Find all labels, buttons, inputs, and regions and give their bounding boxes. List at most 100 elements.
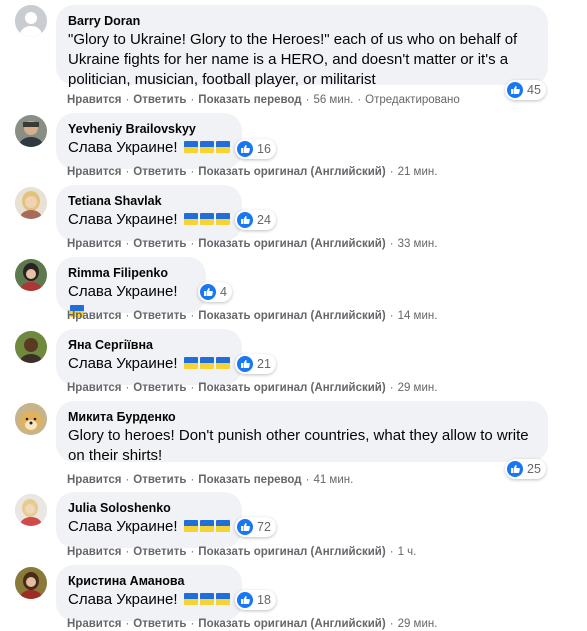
like-link[interactable]: Нравится [67,474,121,486]
reply-link[interactable]: Ответить [133,94,186,106]
comment-bubble: Julia Soloshenko Слава Украине! [56,492,242,548]
reaction-count[interactable]: 16 [235,139,276,159]
user-photo-icon [15,567,47,599]
reply-link[interactable]: Ответить [133,546,186,558]
reaction-number: 4 [220,285,227,299]
comment-time[interactable]: 33 мин. [398,238,438,250]
avatar[interactable] [15,331,47,363]
comment-actions: Нравится · Ответить · Показать оригинал (Анг… [67,546,417,558]
show-original-link[interactable]: Показать оригинал (Английский) [198,166,385,178]
comment-author[interactable]: Кристина Аманова [68,573,230,589]
like-icon [507,82,523,98]
comment-time[interactable]: 29 мин. [398,382,438,394]
reaction-count[interactable]: 18 [235,590,276,610]
ukraine-flag-icon [199,213,214,225]
reaction-number: 72 [257,520,271,534]
like-link[interactable]: Нравится [67,166,121,178]
comment-time[interactable]: 41 мин. [313,474,353,486]
comment-bubble: Микита Бурденко Glory to heroes! Don't p… [56,401,548,464]
like-icon [200,284,216,300]
user-photo-icon [15,259,47,291]
show-original-link[interactable]: Показать оригинал (Английский) [198,238,385,250]
reaction-count[interactable]: 21 [235,354,276,374]
like-icon [237,356,253,372]
comment-author[interactable]: Яна Сергіївна [68,337,230,353]
translate-link[interactable]: Показать перевод [198,474,301,486]
user-photo-icon [15,494,47,526]
ukraine-flag-icon [215,357,230,369]
default-avatar-icon [15,5,47,37]
comment-time[interactable]: 14 мин. [398,310,438,322]
like-link[interactable]: Нравится [67,94,121,106]
comment-time[interactable]: 21 мин. [398,166,438,178]
comment-actions: Нравится · Ответить · Показать оригинал (Анг… [67,382,438,394]
reply-link[interactable]: Ответить [133,166,186,178]
reaction-count[interactable]: 4 [198,282,232,302]
comment-time[interactable]: 56 мин. [313,94,353,106]
comment-text: Слава Украине! [68,354,230,374]
show-original-link[interactable]: Показать оригинал (Английский) [198,310,385,322]
ukraine-flag-icon [199,357,214,369]
comment-time[interactable]: 29 мин. [398,618,438,630]
reaction-number: 24 [257,213,271,227]
reaction-number: 45 [527,83,541,97]
like-icon [507,461,523,477]
avatar[interactable] [15,187,47,219]
like-link[interactable]: Нравится [67,310,121,322]
avatar[interactable] [15,259,47,291]
show-original-link[interactable]: Показать оригинал (Английский) [198,618,385,630]
reply-link[interactable]: Ответить [133,382,186,394]
like-link[interactable]: Нравится [67,238,121,250]
ukraine-flag-icon [183,141,198,153]
reply-link[interactable]: Ответить [133,618,186,630]
avatar[interactable] [15,567,47,599]
like-link[interactable]: Нравится [67,382,121,394]
show-original-link[interactable]: Показать оригинал (Английский) [198,546,385,558]
comment-text: "Glory to Ukraine! Glory to the Heroes!"… [68,31,518,88]
ukraine-flag-icon [183,520,198,532]
ukraine-flag-icon [215,141,230,153]
reaction-count[interactable]: 72 [235,517,276,537]
reaction-count[interactable]: 25 [505,459,546,479]
translate-link[interactable]: Показать перевод [198,94,301,106]
comment-bubble: Barry Doran "Glory to Ukraine! Glory to … [56,5,548,88]
show-original-link[interactable]: Показать оригинал (Английский) [198,382,385,394]
like-icon [237,519,253,535]
ukraine-flag-icon [183,357,198,369]
comment-bubble: Yevheniy Brailovskyy Слава Украине! [56,113,242,169]
comment-text: Слава Украине! [68,210,230,230]
avatar[interactable] [15,5,47,37]
user-photo-icon [15,331,47,363]
comment-author[interactable]: Yevheniy Brailovskyy [68,121,230,137]
comment-bubble: Кристина Аманова Слава Украине! [56,565,242,621]
reaction-number: 21 [257,357,271,371]
comment-text: Слава Украине! [68,590,230,610]
user-photo-icon [15,115,47,147]
comment-time[interactable]: 1 ч. [398,546,417,558]
ukraine-flag-icon [183,213,198,225]
ukraine-flag-icon [183,593,198,605]
comment-actions: Нравится · Ответить · Показать оригинал (Анг… [67,238,438,250]
comment-author[interactable]: Tetiana Shavlak [68,193,230,209]
ukraine-flag-icon [215,593,230,605]
comment-text: Слава Украине! [68,138,230,158]
ukraine-flag-icon [215,213,230,225]
like-link[interactable]: Нравится [67,618,121,630]
comment-author[interactable]: Barry Doran [68,13,536,29]
reply-link[interactable]: Ответить [133,474,186,486]
reaction-count[interactable]: 24 [235,210,276,230]
avatar[interactable] [15,403,47,435]
comment-actions: Нравится · Ответить · Показать перевод · 41 ми… [67,474,354,486]
comment-author[interactable]: Микита Бурденко [68,409,536,425]
reaction-count[interactable]: 45 [505,80,546,100]
comment-actions: Нравится · Ответить · Показать перевод · 56 ми… [67,94,460,106]
comment-author[interactable]: Julia Soloshenko [68,500,230,516]
ukraine-flag-icon [199,520,214,532]
reply-link[interactable]: Ответить [133,310,186,322]
comment-author[interactable]: Rimma Filipenko [68,265,194,281]
comment-bubble: Rimma Filipenko Слава Украине! [56,257,206,317]
like-link[interactable]: Нравится [67,546,121,558]
reply-link[interactable]: Ответить [133,238,186,250]
avatar[interactable] [15,115,47,147]
avatar[interactable] [15,494,47,526]
